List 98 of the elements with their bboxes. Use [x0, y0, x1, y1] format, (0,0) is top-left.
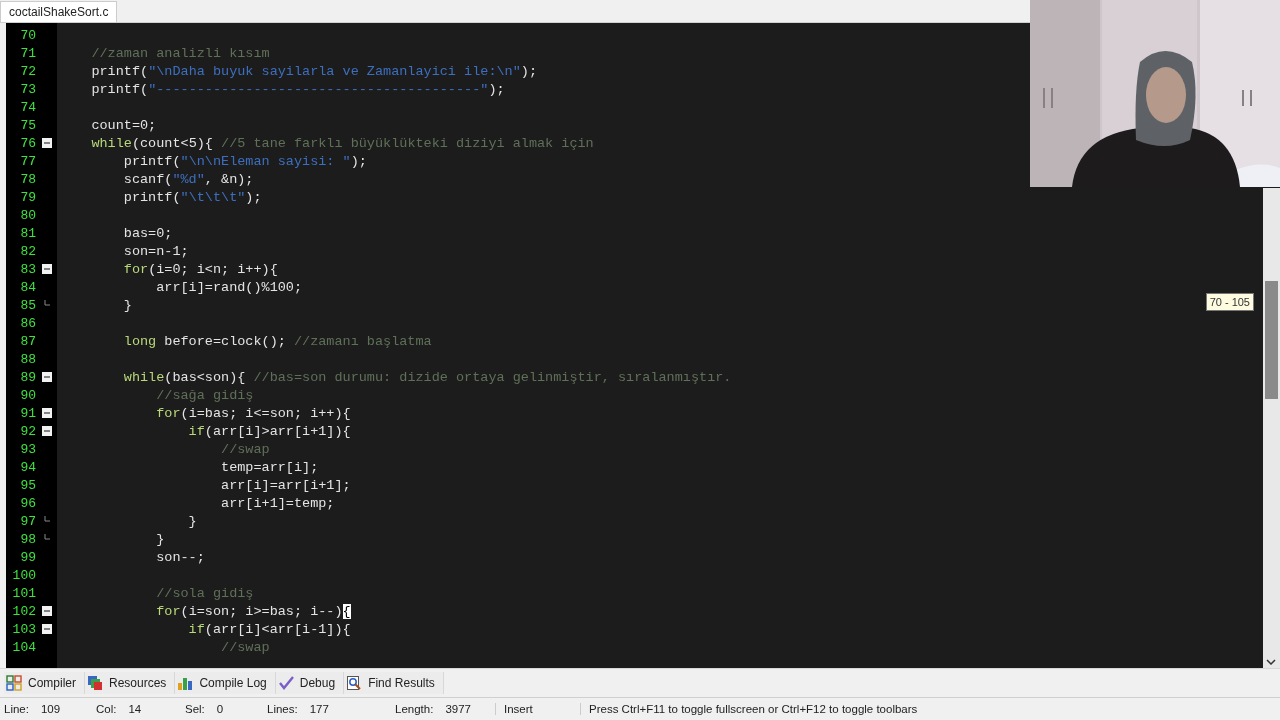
code-line: //swap	[220, 639, 270, 655]
code-line: }	[155, 531, 165, 547]
panel-tab[interactable]: Resources	[85, 672, 176, 694]
panel-tab[interactable]: Debug	[275, 672, 345, 694]
code-line: count=0;	[90, 117, 157, 133]
status-label: Lines:	[267, 703, 298, 715]
line-number: 82	[20, 243, 36, 259]
scrollbar-thumb[interactable]	[1265, 281, 1278, 399]
fold-toggle-icon[interactable]	[42, 426, 52, 436]
stacked-squares-icon	[87, 675, 103, 691]
code-line: while(count<5){ //5 tane farklı büyüklükteki diziyi almak için	[90, 135, 594, 151]
panel-tab[interactable]: Compiler	[4, 672, 85, 694]
code-line: for(i=bas; i<=son; i++){	[155, 405, 351, 421]
status-value: 14	[128, 703, 142, 715]
status-hint: Press Ctrl+F11 to toggle fullscreen or Ctrl+F12 to toggle toolbars	[580, 703, 918, 715]
line-number: 101	[12, 585, 36, 601]
check-icon	[277, 675, 294, 691]
status-label: Line:	[4, 703, 29, 715]
line-number: 97	[20, 513, 36, 529]
line-number: 86	[20, 315, 36, 331]
line-number: 71	[20, 45, 36, 61]
line-number: 79	[20, 189, 36, 205]
panel-tab[interactable]: Find Results	[344, 672, 444, 694]
code-line: //zaman analizli kısım	[90, 45, 270, 61]
line-number: 98	[20, 531, 36, 547]
line-number: 87	[20, 333, 36, 349]
line-number: 99	[20, 549, 36, 565]
code-line: }	[187, 513, 197, 529]
line-number: 92	[20, 423, 36, 439]
status-label: Sel:	[185, 703, 205, 715]
code-line: while(bas<son){ //bas=son durumu: dizide ortaya gelinmiştir, sıralanmıştır.	[122, 369, 732, 385]
line-number: 84	[20, 279, 36, 295]
line-number: 95	[20, 477, 36, 493]
fold-toggle-icon[interactable]	[42, 624, 52, 634]
edit-mode: Insert	[495, 703, 580, 715]
line-number: 72	[20, 63, 36, 79]
line-number: 91	[20, 405, 36, 421]
line-number: 70	[20, 27, 36, 43]
code-line: bas=0;	[122, 225, 173, 241]
code-line: if(arr[i]<arr[i-1]){	[187, 621, 351, 637]
code-line: long before=clock(); //zamanı başlatma	[122, 333, 432, 349]
line-number: 103	[12, 621, 36, 637]
line-number: 73	[20, 81, 36, 97]
line-number: 75	[20, 117, 36, 133]
bar-chart-icon	[177, 675, 194, 691]
code-line: printf("\n\nEleman sayisi: ");	[122, 153, 367, 169]
code-line: arr[i]=arr[i+1];	[220, 477, 351, 493]
status-label: Col:	[96, 703, 117, 715]
code-line: son--;	[155, 549, 205, 565]
scroll-down-icon[interactable]	[1266, 659, 1276, 665]
line-number: 83	[20, 261, 36, 277]
code-line: scanf("%d", &n);	[122, 171, 254, 187]
line-number: 100	[12, 567, 36, 583]
line-number: 88	[20, 351, 36, 367]
line-number: 85	[20, 297, 36, 313]
code-line: //sola gidiş	[155, 585, 254, 601]
status-value: 177	[309, 703, 329, 715]
line-number: 94	[20, 459, 36, 475]
scrollbar[interactable]	[1263, 188, 1280, 668]
code-line: arr[i+1]=temp;	[220, 495, 335, 511]
panel-tab[interactable]: Compile Log	[175, 672, 276, 694]
status-value: 3977	[445, 703, 471, 715]
line-number: 74	[20, 99, 36, 115]
code-line: if(arr[i]>arr[i+1]){	[187, 423, 351, 439]
line-number: 93	[20, 441, 36, 457]
line-number: 104	[12, 639, 36, 655]
line-number: 81	[20, 225, 36, 241]
fold-toggle-icon[interactable]	[42, 408, 52, 418]
code-line: printf("\nDaha buyuk sayilarla ve Zamanlayici ile:\n");	[90, 63, 537, 79]
code-line: printf("----------------------------------------");	[90, 81, 505, 97]
fold-toggle-icon[interactable]	[42, 264, 52, 274]
code-line: for(i=0; i<n; i++){	[122, 261, 278, 277]
find-icon	[346, 675, 363, 691]
code-line: //sağa gidiş	[155, 387, 254, 403]
grid-icon	[6, 675, 22, 691]
line-number: 89	[20, 369, 36, 385]
fold-toggle-icon[interactable]	[42, 606, 52, 616]
line-number: 102	[12, 603, 36, 619]
code-line: //swap	[220, 441, 270, 457]
line-number: 96	[20, 495, 36, 511]
fold-toggle-icon[interactable]	[42, 138, 52, 148]
code-line: arr[i]=rand()%100;	[155, 279, 303, 295]
line-number: 76	[20, 135, 36, 151]
status-value: 0	[216, 703, 224, 715]
code-line: temp=arr[i];	[220, 459, 319, 475]
file-tab[interactable]: coctailShakeSort.c	[0, 1, 118, 22]
scroll-position-tooltip: 70 - 105	[1205, 293, 1254, 311]
code-line: printf("\t\t\t");	[122, 189, 262, 205]
line-number: 77	[20, 153, 36, 169]
line-number: 90	[20, 387, 36, 403]
fold-toggle-icon[interactable]	[42, 372, 52, 382]
line-number: 80	[20, 207, 36, 223]
status-value: 109	[40, 703, 61, 715]
code-line: for(i=son; i>=bas; i--){	[155, 603, 351, 619]
code-line: son=n-1;	[122, 243, 189, 259]
line-number: 78	[20, 171, 36, 187]
code-line: }	[122, 297, 132, 313]
status-label: Length:	[395, 703, 434, 715]
